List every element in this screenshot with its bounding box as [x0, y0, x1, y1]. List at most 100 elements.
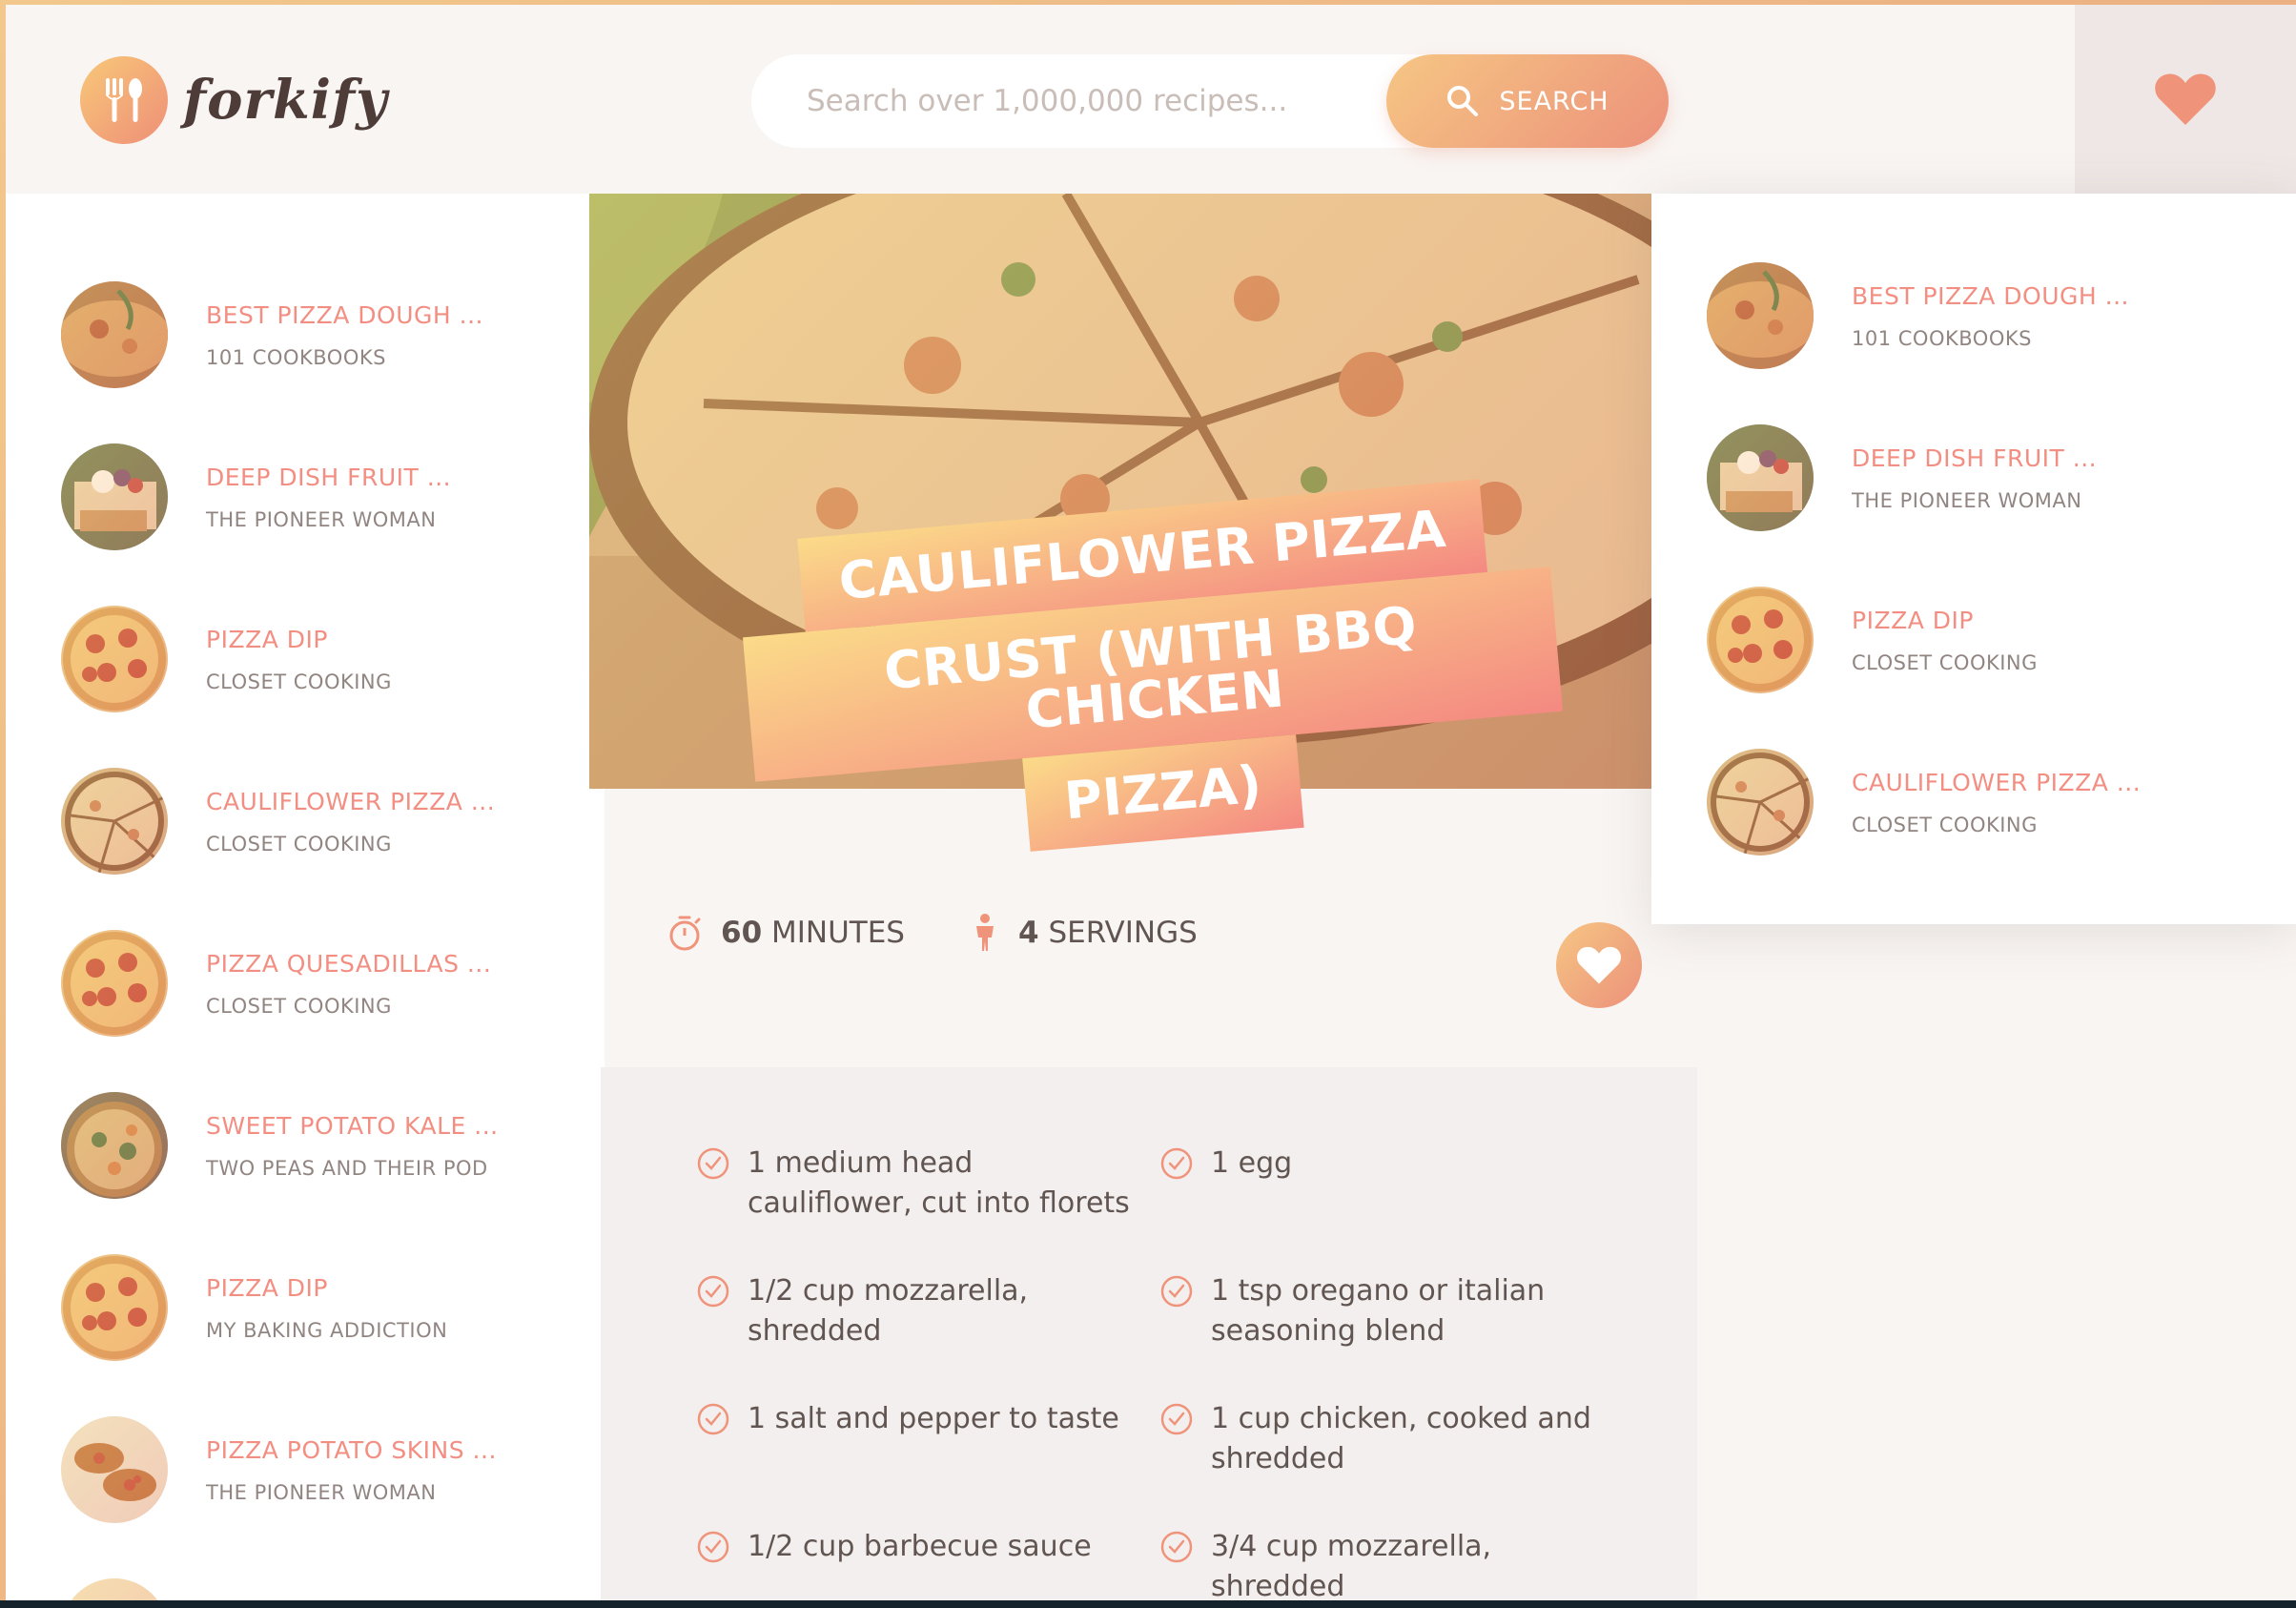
result-item[interactable]: SWEET POTATO KALE ... TWO PEAS AND THEIR … [61, 1092, 499, 1199]
ingredient-item: 3/4 cup mozzarella, shredded [1159, 1527, 1598, 1603]
recipe-servings-label: SERVINGS [1048, 916, 1198, 950]
logo-text: forkify [183, 69, 388, 132]
app-window: forkify SEARCH BEST PIZZA DOUGH ... 101 C… [6, 5, 2296, 1603]
result-text: PIZZA POTATO SKINS ... THE PIONEER WOMAN [206, 1436, 497, 1504]
result-text: PIZZA DIP CLOSET COOKING [206, 626, 392, 693]
heart-icon [1577, 946, 1621, 984]
bookmark-text: BEST PIZZA DOUGH ... 101 COOKBOOKS [1852, 282, 2129, 350]
result-publisher: CLOSET COOKING [206, 832, 392, 856]
result-title: BEST PIZZA DOUGH ... [206, 300, 483, 329]
bookmark-item[interactable]: DEEP DISH FRUIT ... THE PIONEER WOMAN [1707, 424, 2097, 531]
result-publisher: CLOSET COOKING [206, 670, 392, 693]
result-publisher: THE PIONEER WOMAN [206, 507, 437, 531]
recipe: CAULIFLOWER PIZZA CRUST (WITH BBQ CHICKE… [589, 194, 1697, 1603]
ingredient-item: 1 egg [1159, 1144, 1598, 1184]
bookmark-publisher: CLOSET COOKING [1852, 813, 2038, 836]
bookmarks-panel: BEST PIZZA DOUGH ... 101 COOKBOOKS DEEP DI… [1651, 194, 2296, 924]
result-thumbnail [61, 930, 168, 1037]
bookmark-text: CAULIFLOWER PIZZA ... CLOSET COOKING [1852, 769, 2141, 836]
result-title: SWEET POTATO KALE ... [206, 1111, 499, 1140]
result-item[interactable]: DEEP DISH FRUIT ... THE PIONEER WOMAN [61, 443, 451, 550]
bookmark-thumbnail [1707, 587, 1814, 693]
ingredient-text: 1/2 cup mozzarella, shredded [748, 1274, 1029, 1348]
check-icon [697, 1531, 729, 1563]
recipe-servings-value: 4 [1018, 916, 1039, 950]
ingredient-item: 1 salt and pepper to taste [696, 1399, 1135, 1439]
result-text: PIZZA DIP MY BAKING ADDICTION [206, 1274, 447, 1342]
result-title: PIZZA POTATO SKINS ... [206, 1435, 497, 1464]
ingredient-item: 1 medium head cauliflower, cut into flor… [696, 1144, 1135, 1224]
check-icon [1160, 1147, 1193, 1180]
result-thumbnail [61, 443, 168, 550]
ingredient-text: 1 egg [1211, 1146, 1293, 1180]
result-text: SWEET POTATO KALE ... TWO PEAS AND THEIR … [206, 1112, 499, 1180]
result-item[interactable]: PIZZA DIP MY BAKING ADDICTION [61, 1254, 447, 1361]
result-item[interactable]: BEST PIZZA DOUGH ... 101 COOKBOOKS [61, 281, 483, 388]
bookmark-text: DEEP DISH FRUIT ... THE PIONEER WOMAN [1852, 444, 2097, 512]
bookmark-publisher: THE PIONEER WOMAN [1852, 488, 2082, 512]
result-text: CAULIFLOWER PIZZA ... CLOSET COOKING [206, 788, 495, 856]
result-title: PIZZA DIP [206, 625, 328, 653]
result-title: DEEP DISH FRUIT ... [206, 463, 452, 491]
heart-icon [2155, 73, 2216, 125]
bookmark-thumbnail [1707, 262, 1814, 369]
recipe-info-minutes: 60 MINUTES [667, 914, 905, 952]
result-publisher: MY BAKING ADDICTION [206, 1318, 448, 1342]
result-thumbnail [61, 281, 168, 388]
result-title: CAULIFLOWER PIZZA ... [206, 787, 496, 815]
ingredient-item: 1 tsp oregano or italian seasoning blend [1159, 1271, 1598, 1351]
ingredient-text: 1 salt and pepper to taste [748, 1402, 1119, 1435]
desktop-edge [0, 1600, 2296, 1608]
recipe-info-servings: 4 SERVINGS [971, 913, 1198, 953]
bookmark-publisher: CLOSET COOKING [1852, 650, 2038, 674]
check-icon [1160, 1403, 1193, 1435]
result-publisher: 101 COOKBOOKS [206, 345, 386, 369]
ingredient-text: 3/4 cup mozzarella, shredded [1211, 1530, 1492, 1603]
check-icon [697, 1403, 729, 1435]
ingredient-text: 1 medium head cauliflower, cut into flor… [748, 1146, 1130, 1220]
check-icon [697, 1147, 729, 1180]
bookmark-thumbnail [1707, 749, 1814, 856]
bookmark-text: PIZZA DIP CLOSET COOKING [1852, 607, 2038, 674]
result-title: PIZZA DIP [206, 1273, 328, 1302]
result-publisher: THE PIONEER WOMAN [206, 1480, 437, 1504]
bookmark-item[interactable]: BEST PIZZA DOUGH ... 101 COOKBOOKS [1707, 262, 2129, 369]
fork-spoon-icon [80, 56, 168, 144]
bookmark-title: BEST PIZZA DOUGH ... [1852, 281, 2129, 310]
result-item[interactable]: PIZZA POTATO SKINS ... THE PIONEER WOMAN [61, 1416, 497, 1523]
header: forkify SEARCH [6, 5, 2296, 194]
logo[interactable]: forkify [80, 54, 388, 146]
recipe-minutes-label: MINUTES [771, 916, 905, 950]
bookmark-thumbnail [1707, 424, 1814, 531]
check-icon [697, 1275, 729, 1308]
bookmark-title: PIZZA DIP [1852, 606, 1974, 634]
bookmark-item[interactable]: CAULIFLOWER PIZZA ... CLOSET COOKING [1707, 749, 2141, 856]
ingredient-text: 1 tsp oregano or italian seasoning blend [1211, 1274, 1546, 1348]
check-icon [1160, 1531, 1193, 1563]
result-item[interactable]: PIZZA QUESADILLAS ... CLOSET COOKING [61, 930, 491, 1037]
bookmark-publisher: 101 COOKBOOKS [1852, 326, 2032, 350]
stopwatch-icon [669, 916, 701, 951]
search-input[interactable] [751, 84, 1362, 118]
ingredient-text: 1/2 cup barbecue sauce [748, 1530, 1092, 1563]
result-item[interactable]: PIZZA DIP CLOSET COOKING [61, 606, 392, 712]
check-icon [1160, 1275, 1193, 1308]
ingredient-item: 1 cup chicken, cooked and shredded [1159, 1399, 1598, 1479]
result-text: PIZZA QUESADILLAS ... CLOSET COOKING [206, 950, 491, 1018]
bookmarks-toggle-button[interactable] [2075, 5, 2296, 194]
recipe-minutes-value: 60 [721, 916, 763, 950]
ingredient-item: 1/2 cup barbecue sauce [696, 1527, 1135, 1567]
bookmark-recipe-button[interactable] [1556, 922, 1642, 1008]
search-form: SEARCH [751, 54, 1669, 148]
search-button[interactable]: SEARCH [1386, 54, 1669, 148]
result-thumbnail [61, 606, 168, 712]
bookmark-item[interactable]: PIZZA DIP CLOSET COOKING [1707, 587, 2038, 693]
result-publisher: TWO PEAS AND THEIR POD [206, 1156, 488, 1180]
person-icon [976, 914, 994, 951]
search-results: BEST PIZZA DOUGH ... 101 COOKBOOKS DEEP DI… [6, 194, 605, 1603]
bookmark-title: DEEP DISH FRUIT ... [1852, 443, 2098, 472]
recipe-details: 60 MINUTES 4 SERVINGS [605, 880, 1697, 985]
result-thumbnail [61, 1416, 168, 1523]
result-item[interactable]: CAULIFLOWER PIZZA ... CLOSET COOKING [61, 768, 495, 875]
bookmark-title: CAULIFLOWER PIZZA ... [1852, 768, 2142, 796]
